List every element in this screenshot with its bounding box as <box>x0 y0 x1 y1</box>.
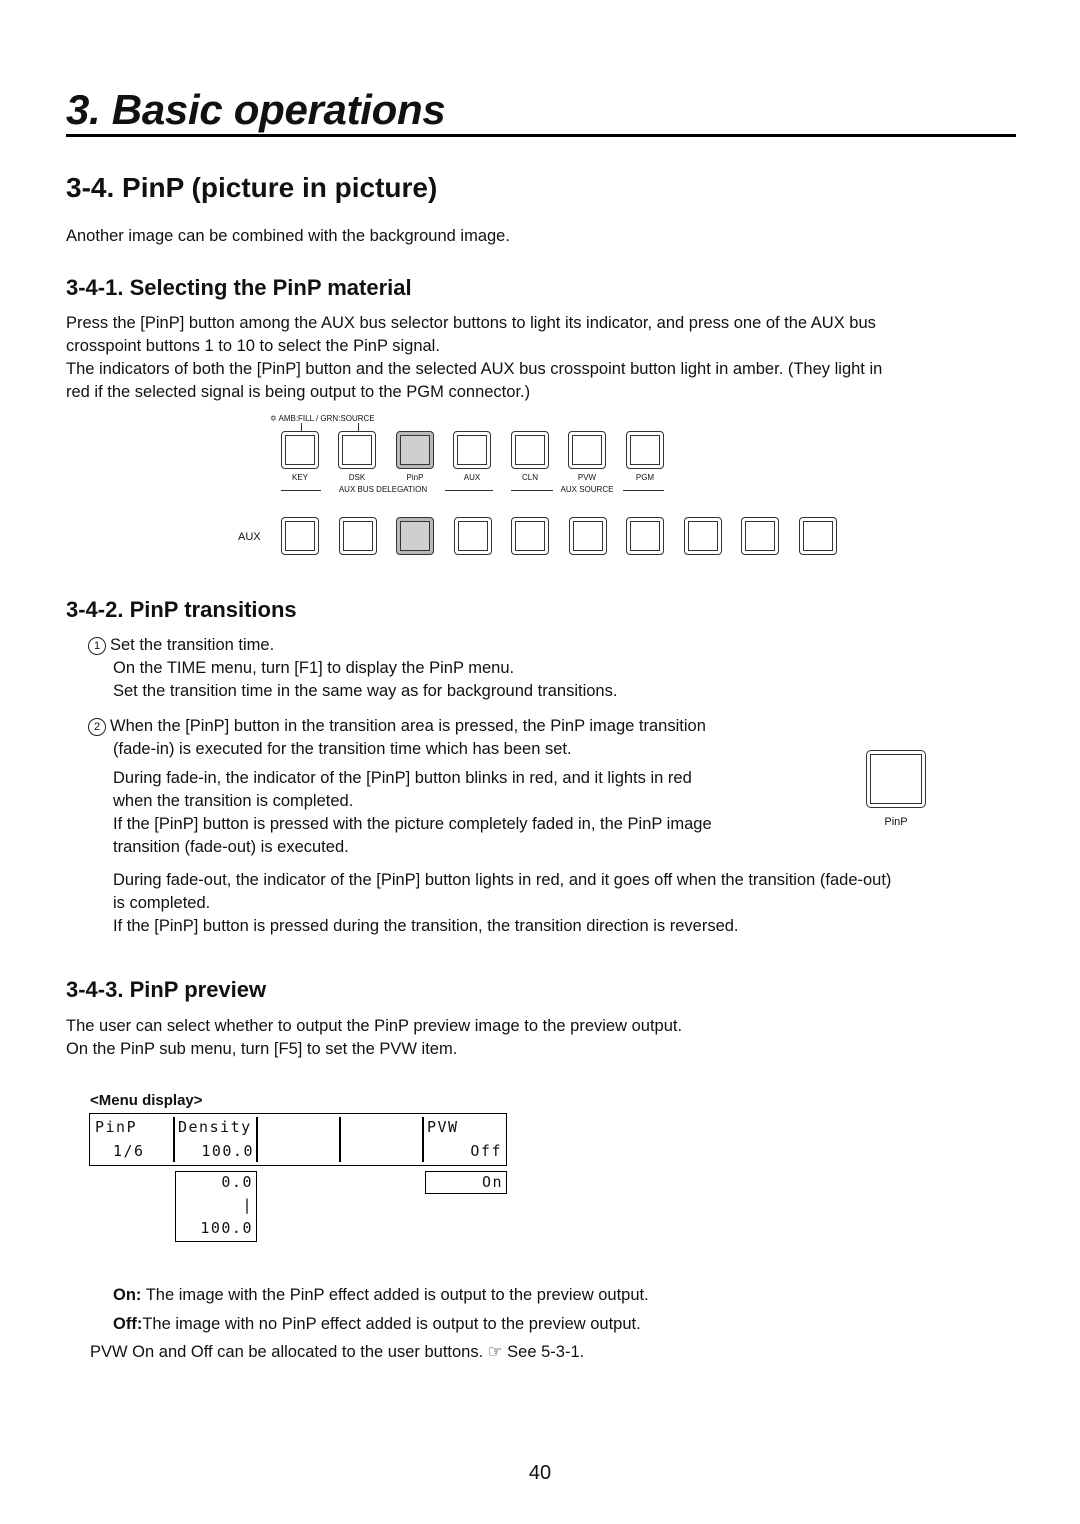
cln-button[interactable] <box>511 431 549 469</box>
aux-crosspoint-button-4[interactable] <box>453 517 492 555</box>
menu-divider <box>173 1117 175 1162</box>
chapter-title: 3. Basic operations <box>66 86 446 133</box>
menu-density-value[interactable]: 100.0 <box>176 1142 254 1160</box>
aux-crosspoint-button-6[interactable] <box>568 517 607 555</box>
page-number: 40 <box>528 1462 552 1484</box>
step-text: Set the transition time in the same way … <box>113 682 618 700</box>
cln-label: CLN <box>521 473 538 482</box>
step-text: (fade-in) is executed for the transition… <box>113 740 572 758</box>
density-range-max: 100.0 <box>200 1219 253 1237</box>
step-text: transition (fade-out) is executed. <box>113 838 349 856</box>
section-title: 3-4. PinP (picture in picture) <box>66 172 438 203</box>
aux-row-label: AUX <box>238 531 261 543</box>
step-2-detail-2: During fade-out, the indicator of the [P… <box>113 869 1033 938</box>
star-icon: ✡ <box>270 414 277 423</box>
legend-text: AMB:FILL / GRN:SOURCE <box>278 414 375 423</box>
subsection-title-selecting: 3-4-1. Selecting the PinP material <box>66 275 412 300</box>
aux-label: AUX <box>463 473 481 482</box>
menu-density-title: Density <box>178 1118 252 1136</box>
aux-crosspoint-button-10[interactable] <box>798 517 837 555</box>
menu-divider <box>339 1117 341 1162</box>
menu-divider <box>256 1117 258 1162</box>
off-text: The image with no PinP effect added is o… <box>142 1315 641 1333</box>
pinp-transition-button-label: PinP <box>884 816 908 828</box>
legend-tick <box>358 423 359 431</box>
step-text: when the transition is completed. <box>113 792 354 810</box>
on-text: The image with the PinP effect added is … <box>145 1286 649 1304</box>
group-rule <box>623 490 664 491</box>
preview-body: The user can select whether to output th… <box>66 1015 966 1061</box>
chapter-rule <box>66 134 1016 137</box>
aux-crosspoint-button-8[interactable] <box>683 517 722 555</box>
pointing-hand-icon: ☞ <box>487 1343 503 1361</box>
off-label: Off: <box>113 1315 143 1333</box>
step-1: 1 Set the transition time. On the TIME me… <box>88 634 808 703</box>
pinp-button[interactable] <box>396 431 434 469</box>
key-button[interactable] <box>281 431 319 469</box>
pinp-label: PinP <box>406 473 424 482</box>
note-text: PVW On and Off can be allocated to the u… <box>90 1343 484 1361</box>
aux-source-label: AUX SOURCE <box>560 485 614 494</box>
aux-crosspoint-button-2[interactable] <box>338 517 377 555</box>
group-rule <box>511 490 553 491</box>
paragraph: The user can select whether to output th… <box>66 1017 683 1035</box>
aux-crosspoint-button-7[interactable] <box>626 517 664 555</box>
step-text: If the [PinP] button is pressed with the… <box>113 815 712 833</box>
aux-crosspoint-button-1[interactable] <box>281 517 319 555</box>
section-intro: Another image can be combined with the b… <box>66 227 510 245</box>
on-label: On: <box>113 1286 142 1304</box>
step-text: During fade-out, the indicator of the [P… <box>113 871 892 889</box>
step-text: When the [PinP] button in the transition… <box>110 717 706 735</box>
step-2: 2 When the [PinP] button in the transitio… <box>88 715 828 761</box>
pgm-button[interactable] <box>626 431 664 469</box>
panel-legend: ✡ AMB:FILL / GRN:SOURCE <box>270 414 375 423</box>
selecting-body: Press the [PinP] button among the AUX bu… <box>66 312 1026 404</box>
step-text: If the [PinP] button is pressed during t… <box>113 917 739 935</box>
pinp-transition-button[interactable] <box>866 750 926 808</box>
density-range-sep: | <box>242 1196 253 1214</box>
off-description: Off:The image with no PinP effect added … <box>113 1313 641 1336</box>
step-text: On the TIME menu, turn [F1] to display t… <box>113 659 515 677</box>
group-rule <box>445 490 493 491</box>
on-description: On: The image with the PinP effect added… <box>113 1284 649 1307</box>
menu-page-indicator: 1/6 <box>113 1142 145 1160</box>
density-range-min: 0.0 <box>221 1173 253 1191</box>
subsection-title-preview: 3-4-3. PinP preview <box>66 977 267 1002</box>
aux-crosspoint-button-9[interactable] <box>741 517 779 555</box>
step-text: During fade-in, the indicator of the [Pi… <box>113 769 692 787</box>
pvw-button[interactable] <box>568 431 606 469</box>
cross-reference-link[interactable]: See 5-3-1. <box>507 1343 584 1361</box>
paragraph: The indicators of both the [PinP] button… <box>66 360 883 378</box>
aux-crosspoint-button-5[interactable] <box>511 517 549 555</box>
paragraph: red if the selected signal is being outp… <box>66 383 531 401</box>
aux-bus-delegation-label: AUX BUS DELEGATION <box>338 485 428 494</box>
step-text: is completed. <box>113 894 211 912</box>
paragraph: Press the [PinP] button among the AUX bu… <box>66 314 876 332</box>
group-rule <box>281 490 321 491</box>
pvw-label: PVW <box>577 473 597 482</box>
step-number-2: 2 <box>88 718 106 736</box>
user-button-note: PVW On and Off can be allocated to the u… <box>90 1341 584 1364</box>
menu-pvw-title: PVW <box>427 1118 459 1136</box>
dsk-button[interactable] <box>338 431 376 469</box>
menu-col1-title: PinP <box>95 1118 138 1136</box>
pvw-option-on: On <box>481 1173 503 1191</box>
step-text: Set the transition time. <box>110 636 275 654</box>
aux-crosspoint-button-3[interactable] <box>396 517 434 555</box>
key-label: KEY <box>291 473 308 482</box>
aux-button[interactable] <box>453 431 491 469</box>
pgm-label: PGM <box>635 473 655 482</box>
paragraph: crosspoint buttons 1 to 10 to select the… <box>66 337 440 355</box>
step-2-detail: During fade-in, the indicator of the [Pi… <box>113 767 833 859</box>
subsection-title-transitions: 3-4-2. PinP transitions <box>66 597 297 622</box>
step-number-1: 1 <box>88 637 106 655</box>
legend-tick <box>301 423 302 431</box>
dsk-label: DSK <box>348 473 366 482</box>
menu-pvw-value[interactable]: Off <box>424 1142 502 1160</box>
paragraph: On the PinP sub menu, turn [F5] to set t… <box>66 1040 458 1058</box>
menu-display-label: <Menu display> <box>90 1092 203 1109</box>
